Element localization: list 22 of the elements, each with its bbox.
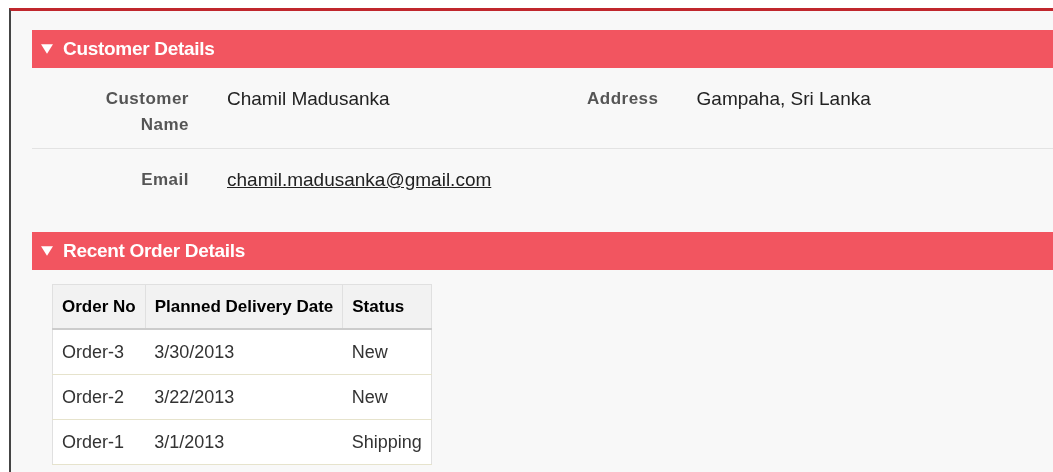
email-link[interactable]: chamil.madusanka@gmail.com [227, 167, 492, 193]
table-cell: Order-1 [52, 419, 146, 465]
field-value: Gampaha, Sri Lanka [696, 87, 871, 111]
table-cell: New [342, 329, 432, 375]
field-value: Chamil Madusanka [227, 87, 391, 111]
table-cell: New [342, 374, 432, 420]
section-header[interactable]: Recent Order Details [32, 232, 1053, 270]
section-header[interactable]: Customer Details [32, 30, 1053, 68]
table-cell: Shipping [342, 419, 432, 465]
field-label: Address [587, 88, 659, 110]
table-cell: 3/22/2013 [145, 374, 343, 420]
field-label: Email [140, 169, 189, 191]
caret-icon [41, 44, 53, 54]
column-header: Status [342, 284, 432, 329]
table-cell: 3/1/2013 [145, 419, 343, 465]
table-cell: Order-2 [52, 374, 146, 420]
field-label: Customer Name [104, 88, 189, 136]
table-cell: 3/30/2013 [145, 329, 343, 375]
table-cell: Order-3 [52, 329, 146, 375]
caret-icon [41, 246, 53, 256]
column-header: Order No [52, 284, 146, 329]
column-header: Planned Delivery Date [145, 284, 343, 329]
